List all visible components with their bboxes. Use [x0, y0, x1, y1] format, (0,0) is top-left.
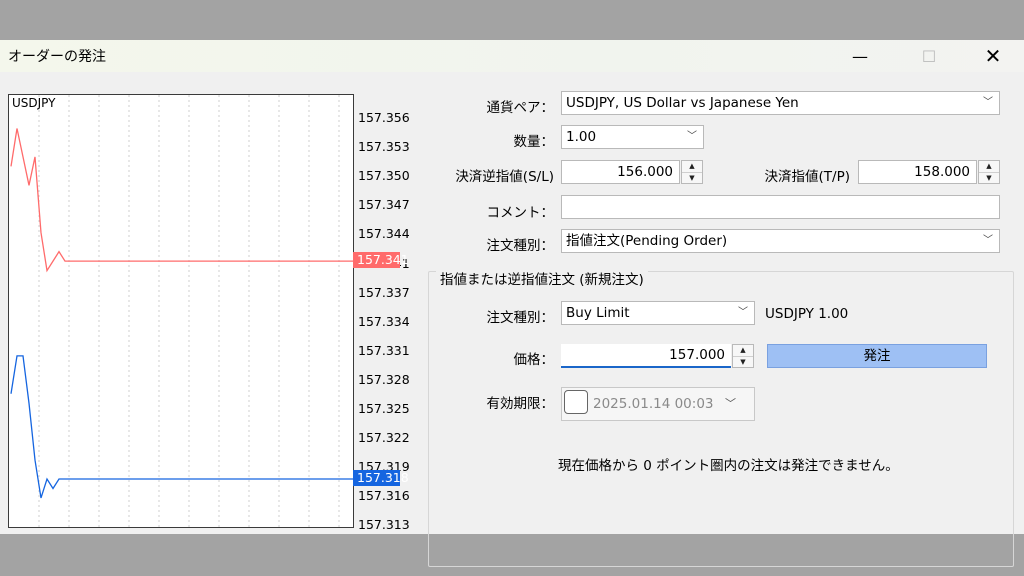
price-input[interactable]: 157.000 — [561, 344, 731, 368]
window-title: オーダーの発注 — [8, 49, 106, 65]
price-axis-tick: 157.313 — [358, 517, 410, 533]
expiry-datetime[interactable]: 2025.01.14 00:03 ﹀ — [561, 387, 755, 421]
qty-combo-value: 1.00 — [566, 129, 597, 145]
ordertype-select-value: 指値注文(Pending Order) — [566, 233, 728, 249]
price-axis-tick: 157.316 — [358, 488, 410, 504]
ordertype-label: 注文種別： — [486, 238, 555, 254]
price-axis-tick: 157.337 — [358, 284, 410, 300]
qty-combo[interactable]: 1.00 ﹀ — [561, 125, 704, 149]
comment-label: コメント： — [486, 205, 555, 221]
pending-type-label: 注文種別： — [486, 310, 555, 326]
title-bar: オーダーの発注 — ☐ ✕ — [0, 40, 1024, 72]
sl-input[interactable]: 156.000 — [561, 160, 680, 184]
price-axis-tick: 157.353 — [358, 139, 410, 155]
arrow-down-icon[interactable]: ▼ — [979, 172, 999, 184]
pending-group-title: 指値または逆指値注文 (新規注文) — [436, 268, 648, 288]
arrow-up-icon[interactable]: ▲ — [733, 345, 753, 356]
arrow-down-icon[interactable]: ▼ — [733, 356, 753, 368]
close-button[interactable]: ✕ — [970, 40, 1016, 72]
maximize-button: ☐ — [906, 40, 952, 72]
ask-price-tag: 157.341 — [353, 252, 409, 269]
tick-chart-svg — [10, 95, 353, 527]
price-axis-tick: 157.334 — [358, 313, 410, 329]
order-dialog: オーダーの発注 — ☐ ✕ USDJPY 157.356 157.353 157.3… — [0, 40, 1024, 567]
expiry-label: 有効期限： — [486, 396, 555, 412]
order-summary: USDJPY 1.00 — [765, 306, 849, 322]
pair-label: 通貨ペア： — [486, 100, 555, 116]
expiry-checkbox[interactable] — [564, 390, 588, 414]
expiry-value: 2025.01.14 00:03 — [593, 396, 714, 412]
pending-type-select[interactable]: Buy Limit ﹀ — [561, 301, 755, 325]
chevron-down-icon: ﹀ — [687, 131, 697, 142]
tp-input[interactable]: 158.000 — [858, 160, 977, 184]
sl-stepper[interactable]: ▲ ▼ — [681, 160, 703, 184]
chevron-down-icon: ﹀ — [725, 397, 736, 410]
tp-label: 決済指値(T/P) — [764, 169, 850, 185]
price-axis-tick: 157.347 — [358, 197, 410, 213]
qty-label: 数量： — [513, 134, 555, 150]
price-axis-tick: 157.331 — [358, 342, 410, 358]
price-axis-tick: 157.328 — [358, 371, 410, 387]
tick-chart — [8, 94, 354, 528]
price-axis-tick: 157.350 — [358, 168, 410, 184]
ask-line — [10, 128, 353, 273]
bid-line — [10, 355, 353, 499]
submit-order-button[interactable]: 発注 — [767, 344, 987, 368]
chevron-down-icon: ﹀ — [983, 235, 993, 246]
pair-select[interactable]: USDJPY, US Dollar vs Japanese Yen ﹀ — [561, 91, 1000, 115]
chevron-down-icon: ﹀ — [983, 97, 993, 108]
pending-type-value: Buy Limit — [566, 305, 630, 321]
minimize-icon: — — [852, 46, 868, 66]
close-icon: ✕ — [984, 44, 1002, 68]
maximize-icon: ☐ — [921, 46, 937, 66]
price-axis-tick: 157.322 — [358, 430, 410, 446]
arrow-up-icon[interactable]: ▲ — [682, 161, 702, 172]
arrow-down-icon[interactable]: ▼ — [682, 172, 702, 184]
comment-input[interactable] — [561, 195, 1000, 219]
price-axis-tick: 157.325 — [358, 401, 410, 416]
price-axis-tick: 157.344 — [358, 226, 410, 242]
sl-label: 決済逆指値(S/L) — [455, 169, 554, 185]
ordertype-select[interactable]: 指値注文(Pending Order) ﹀ — [561, 229, 1000, 253]
price-axis-tick: 157.356 — [358, 110, 410, 125]
chart-symbol: USDJPY — [12, 96, 56, 110]
arrow-up-icon[interactable]: ▲ — [979, 161, 999, 172]
bid-price-tag: 157.318 — [353, 470, 409, 487]
chevron-down-icon: ﹀ — [738, 307, 748, 318]
price-label: 価格： — [513, 352, 555, 368]
minimize-button[interactable]: — — [837, 40, 883, 72]
validation-message: 現在価格から 0 ポイント圏内の注文は発注できません。 — [558, 458, 899, 474]
tp-stepper[interactable]: ▲ ▼ — [978, 160, 1000, 184]
pair-select-value: USDJPY, US Dollar vs Japanese Yen — [566, 95, 799, 111]
price-stepper[interactable]: ▲ ▼ — [732, 344, 754, 368]
